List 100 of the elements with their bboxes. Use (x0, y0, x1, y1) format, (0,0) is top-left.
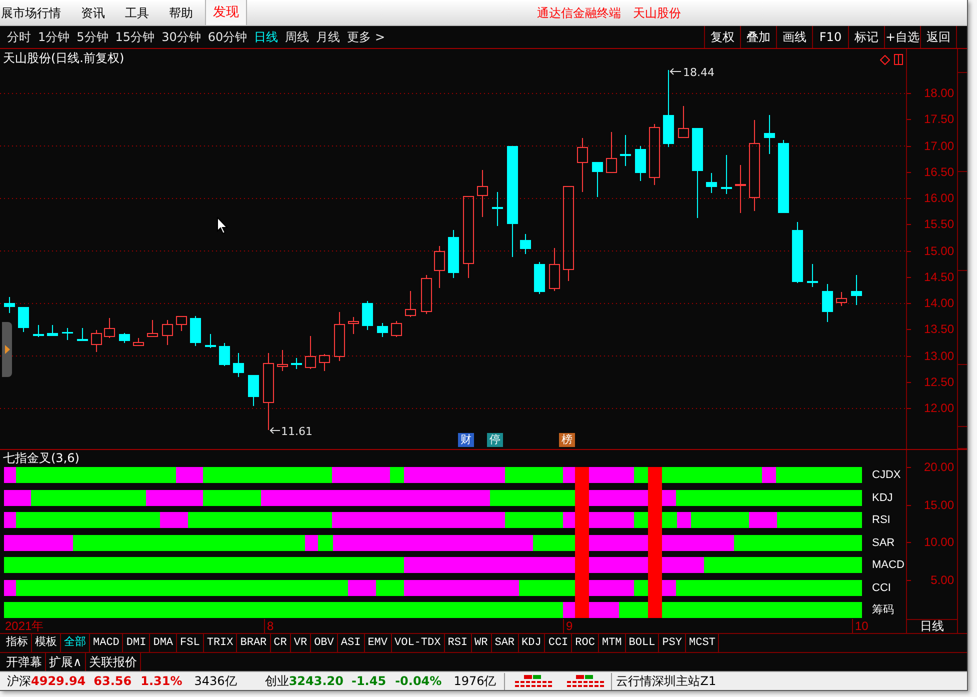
index-name: 沪深 (7, 673, 31, 690)
index-percent: -0.04% (395, 673, 442, 690)
hollow-candle (176, 316, 187, 332)
menu-item[interactable]: 展市场行情 (0, 0, 71, 25)
hollow-candle (277, 350, 288, 372)
high-price-label: 18.44 (683, 66, 714, 79)
period-tab[interactable]: 1分钟 (38, 29, 70, 45)
index-change: -1.45 (351, 673, 386, 690)
hollow-candle (577, 138, 588, 192)
hollow-candle (836, 292, 847, 306)
index-turnover: 1976亿 (454, 673, 496, 690)
solid-candle (807, 264, 818, 288)
hollow-candle (678, 106, 689, 138)
period-tab[interactable]: 15分钟 (115, 29, 155, 45)
indicator-axis-label: 5.00 (930, 572, 954, 586)
solid-candle (534, 262, 545, 294)
date-axis-label: 9 (566, 619, 573, 633)
price-axis-label: 17.00 (924, 138, 954, 152)
solid-candle (33, 324, 44, 338)
toolbar-button[interactable]: 叠加 (740, 26, 776, 48)
solid-candle (233, 352, 244, 378)
solid-candle (377, 322, 388, 338)
period-tab[interactable]: 60分钟 (208, 29, 248, 45)
chart-title: 天山股份(日线.前复权) (3, 50, 124, 66)
period-label: 日线 (920, 620, 944, 633)
event-marker[interactable]: 停 (487, 433, 503, 447)
period-tab[interactable]: 5分钟 (76, 29, 108, 45)
hollow-candle (319, 354, 330, 372)
period-tab[interactable]: 分时 (7, 29, 31, 45)
solid-candle (851, 274, 862, 306)
index-value: 3243.20 (288, 673, 344, 690)
price-axis-label: 16.00 (924, 191, 954, 205)
toolbar-button[interactable]: F10 (812, 26, 848, 48)
hollow-candle (391, 320, 402, 338)
solid-candle (706, 172, 717, 194)
solid-candle (592, 162, 603, 198)
solid-candle (721, 154, 732, 194)
menu-item[interactable]: 工具 (115, 0, 159, 25)
price-axis-label: 14.00 (924, 296, 954, 310)
menu-item[interactable]: 资讯 (71, 0, 115, 25)
solid-candle (119, 332, 130, 344)
hollow-candle (348, 316, 359, 334)
hollow-candle (421, 274, 432, 314)
price-axis-label: 15.50 (924, 217, 954, 232)
diamond-icon[interactable] (880, 55, 890, 65)
pointer-arrow (270, 427, 280, 434)
hollow-candle (549, 248, 560, 292)
side-handle[interactable] (2, 322, 12, 377)
solid-candle (792, 222, 803, 284)
app-title: 通达信金融终端 (537, 4, 621, 22)
low-price-label: 11.61 (281, 425, 312, 438)
solid-candle (62, 328, 73, 340)
event-marker[interactable]: 财 (458, 433, 474, 447)
caret-icon (4, 345, 10, 354)
period-tab[interactable]: 日线 (254, 29, 278, 45)
hollow-candle (606, 132, 617, 173)
toolbar-button[interactable]: 标记 (848, 26, 884, 48)
hollow-candle (104, 318, 115, 338)
toolbar-button[interactable]: 返回 (920, 26, 956, 48)
toolbar-button[interactable]: 画线 (776, 26, 812, 48)
hollow-candle (305, 336, 316, 370)
breadth-meter-icon (515, 675, 554, 687)
hollow-candle (147, 320, 158, 337)
hollow-candle (405, 290, 416, 318)
menu-item[interactable]: 发现 (205, 0, 247, 25)
price-axis-label: 16.50 (924, 164, 954, 179)
solid-candle (635, 146, 646, 182)
split-view-icon[interactable] (894, 54, 903, 65)
index-name: 创业 (264, 673, 289, 690)
indicator-axis-label: 15.00 (924, 498, 954, 512)
solid-candle (4, 296, 15, 314)
period-tab[interactable]: 月线 (316, 29, 340, 45)
solid-candle (362, 300, 373, 330)
solid-candle (448, 230, 459, 278)
solid-candle (291, 358, 302, 370)
index-change: 63.56 (94, 673, 132, 690)
hollow-candle (649, 124, 660, 186)
toolbar-button[interactable]: 复权 (704, 26, 740, 48)
pointer-arrow (670, 68, 682, 75)
signal-label: CCI (872, 580, 891, 594)
price-axis-label: 12.00 (924, 401, 954, 415)
hollow-candle (477, 170, 488, 218)
price-axis-label: 15.00 (924, 244, 954, 258)
price-axis-label: 14.50 (924, 270, 954, 284)
signal-label: MACD (872, 558, 904, 572)
solid-candle (492, 192, 503, 226)
hollow-candle (162, 320, 173, 346)
signal-label: 筹码 (872, 603, 894, 617)
toolbar-button[interactable]: +自选 (884, 26, 920, 48)
price-axis-label: 13.50 (924, 322, 954, 336)
period-tab[interactable]: 周线 (285, 29, 310, 45)
event-marker[interactable]: 榜 (559, 433, 575, 447)
period-tab[interactable]: 更多 > (347, 29, 385, 45)
signal-label: KDJ (872, 490, 893, 504)
price-axis-label: 17.50 (924, 112, 954, 126)
solid-candle (620, 134, 631, 166)
period-tab[interactable]: 30分钟 (162, 29, 201, 45)
solid-candle (822, 284, 833, 322)
menu-item[interactable]: 帮助 (159, 0, 203, 25)
index-value: 4929.94 (31, 673, 86, 690)
